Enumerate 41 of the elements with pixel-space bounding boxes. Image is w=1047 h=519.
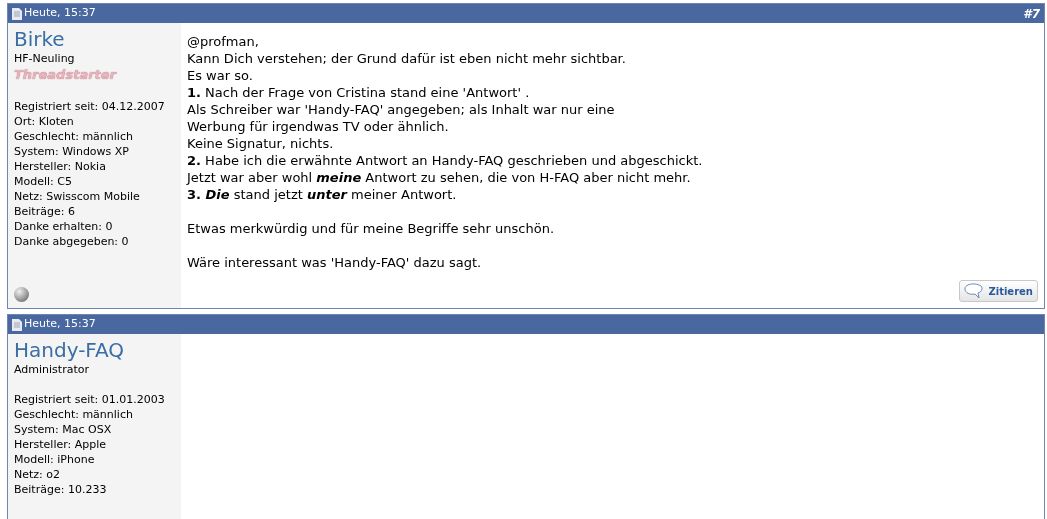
user-detail: Geschlecht: männlich — [14, 407, 134, 422]
user-detail: Hersteller: Nokia — [14, 159, 107, 174]
user-detail: Netz: Swisscom Mobile — [14, 189, 141, 204]
message-line: Wäre interessant was 'Handy-FAQ' dazu sagt. — [187, 254, 483, 271]
username-link[interactable]: Birke — [14, 27, 175, 51]
quote-button[interactable]: Zitieren — [959, 280, 1038, 302]
user-rank: HF-Neuling — [14, 51, 76, 66]
message-line: Kann Dich verstehen; der Grund dafür ist eben nicht mehr sichtbar. — [187, 50, 627, 67]
message-line: Etwas merkwürdig und für meine Begriffe sehr unschön. — [187, 220, 556, 237]
post-date: Heute, 15:37 — [24, 5, 96, 22]
user-detail: Registriert seit: 04.12.2007 — [14, 99, 166, 114]
post-date: Heute, 15:37 — [24, 316, 96, 333]
message-line: 2. Habe ich die erwähnte Antwort an Handy-FAQ geschrieben und abgeschickt. — [187, 152, 704, 169]
user-detail: Beiträge: 10.233 — [14, 482, 108, 497]
user-detail: Ort: Kloten — [14, 114, 75, 129]
speech-bubble-icon — [964, 283, 985, 299]
threadstarter-label: Threadstarter — [14, 66, 118, 84]
message-line: Es war so. — [187, 67, 254, 84]
user-detail: System: Windows XP — [14, 144, 130, 159]
message-line: Keine Signatur, nichts. — [187, 135, 335, 152]
user-detail: Beiträge: 6 — [14, 204, 76, 219]
message-line: 3. Die stand jetzt unter meiner Antwort. — [187, 186, 458, 203]
user-rank: Administrator — [14, 362, 90, 377]
document-icon — [12, 318, 22, 331]
username-link[interactable]: Handy-FAQ — [14, 338, 175, 362]
user-detail: Modell: iPhone — [14, 452, 96, 467]
message-line: Jetzt war aber wohl meine Antwort zu sehen, die von H-FAQ aber nicht mehr. — [187, 169, 692, 186]
message-line: Als Schreiber war 'Handy-FAQ' angegeben; als Inhalt war nur eine — [187, 101, 616, 118]
user-detail: Hersteller: Apple — [14, 437, 108, 452]
message-line: @profman, — [187, 33, 260, 50]
document-icon — [12, 7, 22, 20]
user-detail: Netz: o2 — [14, 467, 61, 482]
user-detail: Danke abgegeben: 0 — [14, 234, 130, 249]
user-detail: System: Mac OSX — [14, 422, 113, 437]
user-detail: Modell: C5 — [14, 174, 73, 189]
message-line: 1. Nach der Frage von Cristina stand eine 'Antwort' . — [187, 84, 531, 101]
user-detail: Geschlecht: männlich — [14, 129, 134, 144]
user-detail: Registriert seit: 01.01.2003 — [14, 392, 166, 407]
user-detail: Danke erhalten: 0 — [14, 219, 114, 234]
post-number-link[interactable]: #7 — [1023, 4, 1040, 23]
message-line: Werbung für irgendwas TV oder ähnlich. — [187, 118, 450, 135]
